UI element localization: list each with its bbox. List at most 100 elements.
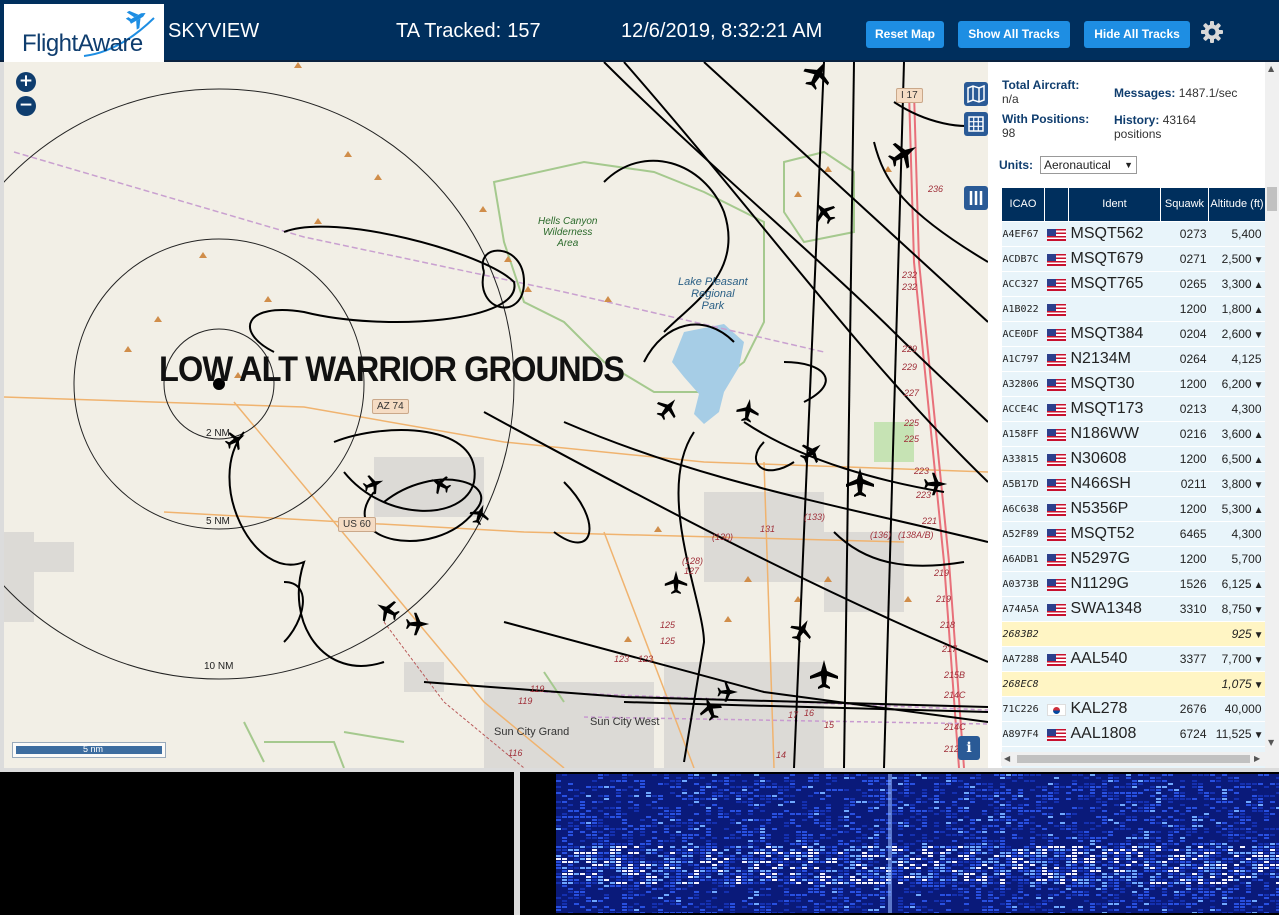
scroll-left-icon[interactable]: ◀ [1004,754,1010,763]
exit-number: 123 [614,654,629,664]
altitude-cell: 1,075 ▼ [1208,671,1266,697]
aircraft-row[interactable]: A1B022 1200 1,800 ▲ [1001,296,1266,322]
gear-icon[interactable] [1200,20,1224,44]
aircraft-row[interactable]: 268EC8 1,075 ▼ [1001,671,1266,697]
exit-number: 131 [760,524,775,534]
squawk-cell: 0264 [1160,346,1209,372]
scroll-up-icon[interactable]: ▲ [1268,64,1274,73]
aircraft-sidebar: Total Aircraft: n/a With Positions: 98 Mes… [988,62,1279,768]
table-horizontal-scrollbar[interactable]: ◀ ▶ [1001,752,1265,766]
altitude-cell: 4,125 [1208,346,1266,372]
tracked-counter: TA Tracked: 157 [396,20,541,43]
map-layers-button[interactable] [964,82,988,106]
show-all-tracks-button[interactable]: Show All Tracks [958,21,1070,48]
ident-cell: MSQT384 [1068,321,1161,347]
column-header-flag[interactable] [1044,187,1069,222]
aircraft-row[interactable]: A52F89 MSQT52 6465 4,300 [1001,521,1266,547]
hide-all-tracks-button[interactable]: Hide All Tracks [1084,21,1190,48]
exit-number: 229 [901,344,917,354]
aircraft-row[interactable]: ACE0DF MSQT384 0204 2,600 ▼ [1001,321,1266,347]
us-flag-icon [1047,353,1066,366]
units-select[interactable]: Aeronautical ▼ [1040,156,1137,174]
column-header-squawk[interactable]: Squawk [1160,187,1209,222]
icao-cell: ACC327 [1001,271,1045,297]
aircraft-row[interactable]: ACCE4C MSQT173 0213 4,300 [1001,396,1266,422]
minus-icon: − [18,95,34,115]
flag-cell [1044,571,1069,597]
aircraft-row[interactable]: ACDB7C MSQT679 0271 2,500 ▼ [1001,246,1266,272]
us-flag-icon [1047,728,1066,741]
ident-cell: N186WW [1068,421,1161,447]
icao-cell: A1B022 [1001,296,1045,322]
reset-map-button[interactable]: Reset Map [866,21,944,48]
flag-cell [1044,396,1069,422]
altitude-cell: 5,300 ▲ [1208,496,1266,522]
altitude-cell: 925 ▼ [1208,621,1266,647]
altitude-value: 5,400 [1231,227,1262,241]
scrollbar-thumb[interactable] [1017,755,1250,763]
altitude-trend-icon: ▲ [1253,305,1264,316]
altitude-cell: 3,300 ▲ [1208,271,1266,297]
place-line: Wilderness [543,227,593,238]
info-button[interactable]: i [958,736,980,760]
aircraft-row[interactable]: A74A5A SWA1348 3310 8,750 ▼ [1001,596,1266,622]
squawk-cell: 6465 [1160,521,1209,547]
scroll-right-icon[interactable]: ▶ [1254,754,1260,763]
ident-cell: N1129G [1068,571,1161,597]
zoom-in-button[interactable]: + [16,72,36,92]
aircraft-row[interactable]: A4EF67 MSQT562 0273 5,400 [1001,221,1266,247]
place-label-sun-city-grand: Sun City Grand [494,726,570,738]
altitude-cell: 6,200 ▼ [1208,371,1266,397]
map-view[interactable]: 236 232 232 229 229 227 225 225 223 223 … [4,62,988,768]
us-flag-icon [1047,578,1066,591]
aircraft-row[interactable]: A897F4 AAL1808 6724 11,525 ▼ [1001,721,1266,747]
exit-number: 219 [935,594,951,604]
icao-cell: A74A5A [1001,596,1045,622]
exit-number: 232 [901,282,917,292]
scroll-down-icon[interactable]: ▼ [1268,738,1274,747]
icao-cell: A52F89 [1001,521,1045,547]
south-korea-flag-icon [1047,703,1066,716]
exit-number: 236 [927,184,943,194]
altitude-trend-icon: ▼ [1253,380,1264,391]
altitude-value: 40,000 [1224,702,1262,716]
aircraft-row[interactable]: 71C226 KAL278 2676 40,000 [1001,696,1266,722]
icao-cell: A32806 [1001,371,1045,397]
zoom-out-button[interactable]: − [16,96,36,116]
altitude-cell: 1,800 ▲ [1208,296,1266,322]
exit-number: 215B [943,670,965,680]
aircraft-row[interactable]: A6C638 N5356P 1200 5,300 ▲ [1001,496,1266,522]
aircraft-row[interactable]: A5B17D N466SH 0211 3,800 ▼ [1001,471,1266,497]
column-header-altitude[interactable]: Altitude (ft) [1208,187,1266,222]
flightaware-logo[interactable]: FlightAware [4,4,164,62]
aircraft-row[interactable]: ACC327 MSQT765 0265 3,300 ▲ [1001,271,1266,297]
exit-number: 221 [921,516,937,526]
aircraft-row[interactable]: AA7288 AAL540 3377 7,700 ▼ [1001,646,1266,672]
icao-cell: 2683B2 [1001,621,1045,647]
scrollbar-thumb[interactable] [1267,187,1277,211]
altitude-cell: 8,750 ▼ [1208,596,1266,622]
grid-toggle-button[interactable] [964,112,988,136]
icao-cell: A6C638 [1001,496,1045,522]
aircraft-row[interactable]: A32806 MSQT30 1200 6,200 ▼ [1001,371,1266,397]
table-vertical-scrollbar[interactable]: ▲ ▼ [1265,62,1279,768]
column-toggle-button[interactable] [964,186,988,210]
altitude-cell: 2,500 ▼ [1208,246,1266,272]
icao-cell: 71C226 [1001,696,1045,722]
altitude-value: 2,500 [1221,252,1252,266]
aircraft-row[interactable]: A158FF N186WW 0216 3,600 ▲ [1001,421,1266,447]
aircraft-row[interactable]: A6ADB1 N5297G 1200 5,700 [1001,546,1266,572]
ident-cell: MSQT52 [1068,521,1161,547]
altitude-value: 4,300 [1231,527,1262,541]
aircraft-row[interactable]: A0373B N1129G 1526 6,125 ▲ [1001,571,1266,597]
column-header-icao[interactable]: ICAO [1001,187,1045,222]
column-header-ident[interactable]: Ident [1068,187,1161,222]
squawk-cell [1160,621,1209,647]
exit-number: 225 [903,418,920,428]
exit-number: 119 [530,684,544,694]
icao-cell: ACDB7C [1001,246,1045,272]
aircraft-row[interactable]: A33815 N30608 1200 6,500 ▲ [1001,446,1266,472]
aircraft-row[interactable]: 2683B2 925 ▼ [1001,621,1266,647]
ident-cell [1068,671,1161,697]
aircraft-row[interactable]: A1C797 N2134M 0264 4,125 [1001,346,1266,372]
